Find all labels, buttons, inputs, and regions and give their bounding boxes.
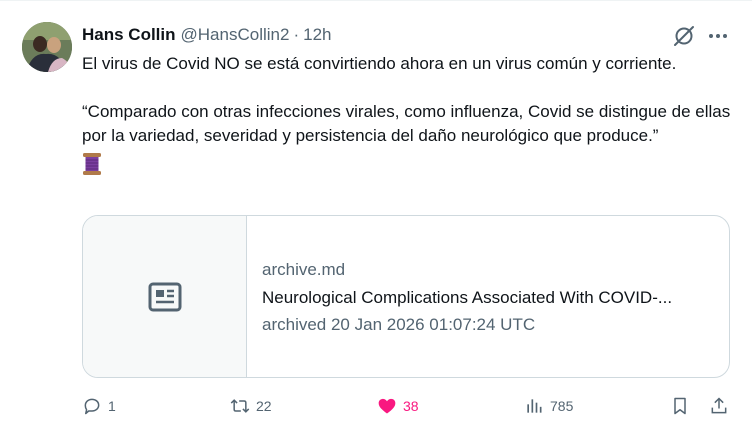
views-icon: [527, 399, 542, 413]
tweet-text: El virus de Covid NO se está convirtiend…: [82, 52, 732, 176]
bookmark-button[interactable]: [670, 396, 690, 416]
thread-spool-icon: [82, 152, 732, 176]
retweet-icon: [230, 399, 250, 413]
link-card[interactable]: archive.md Neurological Complications As…: [82, 215, 730, 378]
share-button[interactable]: [709, 396, 729, 416]
reply-button[interactable]: 1: [82, 396, 116, 416]
heart-icon: [378, 398, 396, 414]
card-description: archived 20 Jan 2026 01:07:24 UTC: [262, 315, 536, 334]
card-thumbnail: [83, 216, 247, 377]
tweet-timestamp[interactable]: 12h: [303, 25, 331, 45]
author-name[interactable]: Hans Collin: [82, 25, 176, 45]
views-button[interactable]: 785: [524, 396, 573, 416]
more-icon[interactable]: [706, 24, 730, 48]
tweet-header: Hans Collin @HansCollin2 · 12h: [82, 24, 331, 46]
retweet-button[interactable]: 22: [230, 396, 272, 416]
bookmark-icon: [674, 397, 686, 415]
action-bar: 1 22 38 785: [0, 394, 752, 420]
like-button[interactable]: 38: [377, 396, 419, 416]
grok-icon[interactable]: [672, 24, 696, 48]
reply-count: 1: [108, 398, 116, 414]
card-body: archive.md Neurological Complications As…: [247, 216, 729, 377]
card-domain: archive.md: [262, 260, 346, 279]
avatar-photo: [22, 22, 72, 72]
reply-icon: [84, 398, 100, 415]
retweet-count: 22: [256, 398, 272, 414]
author-handle[interactable]: @HansCollin2: [181, 25, 290, 45]
card-title: Neurological Complications Associated Wi…: [262, 288, 673, 307]
share-icon: [711, 397, 727, 414]
views-count: 785: [550, 398, 574, 414]
like-count: 38: [403, 398, 419, 414]
divider: [0, 0, 752, 1]
separator-dot: ·: [293, 25, 300, 44]
tweet-quote: “Comparado con otras infecciones virales…: [82, 102, 735, 145]
tweet-paragraph: El virus de Covid NO se está convirtiend…: [82, 54, 677, 73]
article-icon: [148, 282, 181, 311]
avatar[interactable]: [22, 22, 72, 72]
